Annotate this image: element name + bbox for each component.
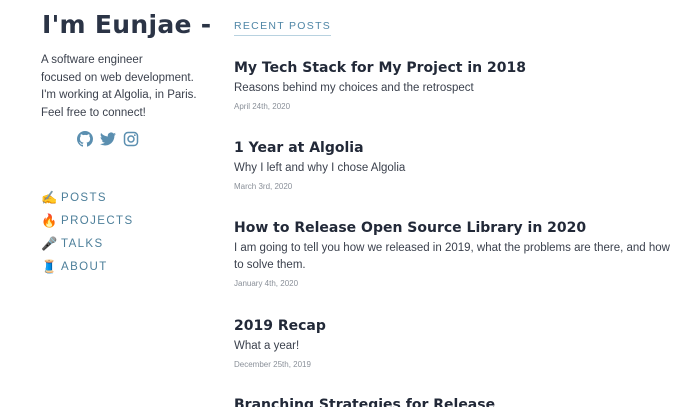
nav-item-talks[interactable]: 🎤 TALKS [41,232,134,255]
social-links [77,131,139,147]
post-description: What a year! [234,340,300,352]
nav-item-about[interactable]: 🧵 ABOUT [41,255,134,278]
post-title[interactable]: 1 Year at Algolia [234,139,670,157]
post-title[interactable]: My Tech Stack for My Project in 2018 [234,59,670,77]
fire-icon: 🔥 [41,213,58,228]
nav-item-posts[interactable]: ✍️ POSTS [41,186,134,209]
post-title[interactable]: Branching Strategies for Release [234,396,670,407]
post-item: How to Release Open Source Library in 20… [234,219,670,288]
post-date: March 3rd, 2020 [234,182,293,191]
post-date: December 25th, 2019 [234,360,311,369]
main-content: RECENT POSTS My Tech Stack for My Projec… [234,0,674,407]
post-date: January 4th, 2020 [234,279,299,288]
post-item: My Tech Stack for My Project in 2018 Rea… [234,59,670,111]
post-title[interactable]: How to Release Open Source Library in 20… [234,219,670,237]
github-icon[interactable] [77,131,93,147]
nav-item-projects[interactable]: 🔥 PROJECTS [41,209,134,232]
instagram-icon[interactable] [123,131,139,147]
microphone-icon: 🎤 [41,236,58,251]
nav-label: TALKS [61,237,104,250]
post-item: Branching Strategies for Release [234,396,670,407]
post-item: 2019 Recap What a year! December 25th, 2… [234,317,670,369]
writing-hand-icon: ✍️ [41,190,58,205]
post-description: Why I left and why I chose Algolia [234,162,406,174]
sidebar: I'm Eunjae - A software engineer focused… [0,0,220,407]
bio-line: I'm working at Algolia, in Paris. [41,89,197,101]
bio-line: A software engineer [41,54,143,66]
bio-line: focused on web development. [41,71,194,84]
twitter-icon[interactable] [100,131,116,147]
post-date: April 24th, 2020 [234,102,291,111]
site-title[interactable]: I'm Eunjae - [42,10,211,39]
nav-label: POSTS [61,191,107,204]
post-title[interactable]: 2019 Recap [234,317,670,335]
nav-label: PROJECTS [61,214,134,227]
post-description: I am going to tell you how we released i… [234,242,670,271]
post-description: Reasons behind my choices and the retros… [234,82,474,94]
main-nav: ✍️ POSTS 🔥 PROJECTS 🎤 TALKS 🧵 ABOUT [41,186,134,278]
section-heading: RECENT POSTS [234,20,332,36]
bio-line: Feel free to connect! [41,106,146,119]
bio: A software engineer focused on web devel… [41,52,221,122]
blog-page: I'm Eunjae - A software engineer focused… [0,0,680,407]
thread-spool-icon: 🧵 [41,259,58,274]
post-item: 1 Year at Algolia Why I left and why I c… [234,139,670,191]
nav-label: ABOUT [61,260,108,273]
